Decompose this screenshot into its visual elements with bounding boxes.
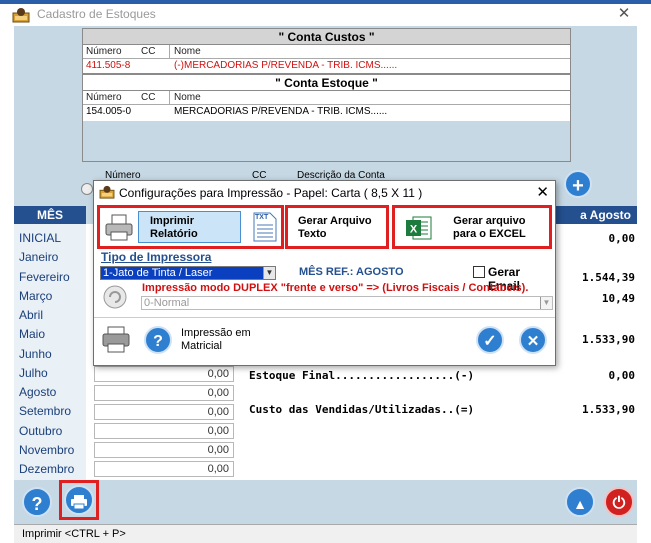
value-inicial: 0,00 — [608, 232, 636, 245]
chevron-down-icon[interactable]: ▼ — [263, 267, 275, 279]
conta-estoque-numero: 154.005-0 — [86, 106, 132, 117]
value-input[interactable]: 0,00 — [94, 423, 234, 439]
conta-custos-row[interactable]: 411.505-8 (-)MERCADORIAS P/REVENDA - TRI… — [83, 59, 570, 73]
month-item[interactable]: Outubro — [19, 424, 62, 438]
value-fevereiro: 1.544,39 — [582, 271, 635, 284]
dialog-help-button[interactable]: ? — [144, 326, 172, 354]
app-icon — [12, 8, 30, 23]
month-item[interactable]: Março — [19, 289, 52, 303]
power-button[interactable]: ⏻ — [604, 487, 634, 517]
month-item[interactable]: Junho — [19, 347, 52, 361]
excel-option[interactable]: X Gerar arquivo para o EXCEL — [392, 205, 552, 249]
value-input[interactable]: 0,00 — [94, 385, 234, 401]
estoque-final-label: Estoque Final..................(-) — [249, 369, 475, 382]
mes-ref: MÊS REF.: AGOSTO — [299, 266, 404, 278]
up-button[interactable]: ▲ — [565, 487, 595, 517]
header-numero: Número — [86, 46, 122, 57]
month-item[interactable]: Fevereiro — [19, 270, 70, 284]
duplex-label: Impressão modo DUPLEX "frente e verso" =… — [142, 282, 529, 294]
conta-custos-headers: Número CC Nome — [83, 45, 570, 59]
months-header: MÊS — [14, 206, 86, 224]
svg-text:X: X — [410, 224, 418, 236]
value-marco: 10,49 — [601, 292, 635, 305]
dialog-divider — [94, 317, 555, 318]
conta-custos-title: " Conta Custos " — [83, 29, 570, 45]
window-title: Cadastro de Estoques — [37, 7, 156, 21]
conta-estoque-panel: " Conta Estoque " Número CC Nome 154.005… — [82, 74, 571, 162]
bottom-toolbar: ? ▲ ⏻ — [14, 480, 637, 524]
conta-custos-numero: 411.505-8 — [86, 60, 131, 71]
month-item[interactable]: Janeiro — [19, 250, 58, 264]
printer-type-label: Tipo de Impressora — [101, 250, 212, 264]
dialog-title: Configurações para Impressão - Papel: Ca… — [119, 186, 423, 200]
value-maio: 1.533,90 — [582, 333, 635, 346]
month-item[interactable]: Abril — [19, 308, 43, 322]
month-item[interactable]: Agosto — [19, 385, 56, 399]
cancel-button[interactable]: ✕ — [519, 326, 547, 354]
window-close-button[interactable]: ✕ — [612, 4, 636, 24]
header-nome: Nome — [174, 92, 201, 103]
txt-badge: TXT — [255, 214, 269, 221]
value-input[interactable]: 0,00 — [94, 366, 234, 382]
conta-estoque-row[interactable]: 154.005-0 MERCADORIAS P/REVENDA - TRIB. … — [83, 105, 570, 119]
value-input[interactable]: 0,00 — [94, 404, 234, 420]
custo-vendidas-label: Custo das Vendidas/Utilizadas..(=) — [249, 403, 475, 416]
chevron-down-icon[interactable]: ▼ — [540, 297, 552, 309]
text-file-label: Gerar Arquivo Texto — [298, 215, 372, 240]
duplex-value: 0-Normal — [144, 297, 190, 309]
printer-icon — [105, 214, 133, 241]
duplex-icon — [103, 285, 127, 309]
conta-estoque-nome: MERCADORIAS P/REVENDA - TRIB. ICMS...... — [174, 106, 388, 117]
conta-estoque-empty-area — [83, 121, 570, 161]
printer-type-value: 1-Jato de Tinta / Laser — [103, 267, 213, 279]
help-button[interactable]: ? — [22, 487, 52, 517]
excel-icon: X — [406, 216, 432, 240]
months-column: INICIAL Janeiro Fevereiro Março Abril Ma… — [14, 224, 86, 480]
app-icon — [99, 185, 115, 199]
header-numero: Número — [86, 92, 122, 103]
dialog-close-button[interactable]: ✕ — [536, 183, 549, 201]
value-input[interactable]: 0,00 — [94, 461, 234, 477]
header-cc: CC — [141, 46, 156, 57]
value-input[interactable]: 0,00 — [94, 442, 234, 458]
matrix-printer-icon — [102, 326, 130, 353]
printer-icon — [71, 495, 87, 510]
conta-estoque-title: " Conta Estoque " — [83, 75, 570, 91]
printer-type-select[interactable]: 1-Jato de Tinta / Laser ▼ — [100, 266, 276, 280]
estoque-final-value: 0,00 — [608, 369, 636, 382]
text-file-option[interactable]: Gerar Arquivo Texto — [285, 205, 389, 249]
add-button[interactable]: + — [564, 170, 592, 198]
conta-estoque-headers: Número CC Nome — [83, 91, 570, 105]
custo-vendidas-value: 1.533,90 — [582, 403, 635, 416]
header-nome: Nome — [174, 46, 201, 57]
conta-custos-nome: (-)MERCADORIAS P/REVENDA - TRIB. ICMS...… — [174, 60, 398, 71]
month-item[interactable]: Julho — [19, 366, 48, 380]
excel-label: Gerar arquivo para o EXCEL — [453, 215, 526, 240]
print-button[interactable] — [64, 485, 94, 515]
print-config-dialog: Configurações para Impressão - Papel: Ca… — [93, 180, 556, 366]
confirm-button[interactable]: ✓ — [476, 326, 504, 354]
month-item[interactable]: Dezembro — [19, 462, 74, 476]
duplex-select[interactable]: 0-Normal ▼ — [141, 296, 553, 310]
month-item[interactable]: INICIAL — [19, 231, 61, 245]
header-cc: CC — [141, 92, 156, 103]
lookup-icon[interactable] — [81, 183, 93, 195]
month-item[interactable]: Novembro — [19, 443, 74, 457]
print-report-label: Imprimir Relatório — [150, 215, 198, 240]
right-header: a Agosto — [556, 206, 637, 224]
gerar-email-checkbox[interactable] — [473, 266, 485, 278]
print-report-option[interactable]: Imprimir Relatório TXT — [97, 205, 284, 249]
conta-custos-panel: " Conta Custos " Número CC Nome 411.505-… — [82, 28, 571, 74]
month-item[interactable]: Maio — [19, 327, 45, 341]
matricial-label: Impressão em Matricial — [181, 327, 251, 352]
month-item[interactable]: Setembro — [19, 404, 71, 418]
status-bar: Imprimir <CTRL + P> — [14, 524, 637, 543]
